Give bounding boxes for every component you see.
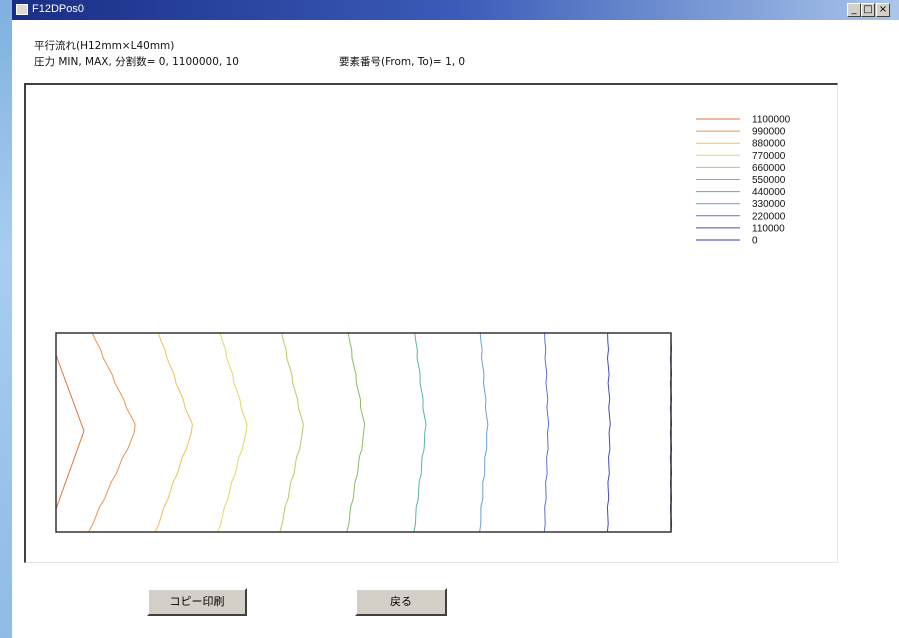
legend-label-220000: 220000 [752, 211, 786, 222]
contour-lines [55, 332, 673, 533]
copy-print-button[interactable]: コピー印刷 [147, 588, 247, 616]
contour-line-220000 [543, 332, 550, 533]
legend-label-550000: 550000 [752, 175, 786, 186]
contour-plot: 1100000990000880000770000660000550000440… [55, 115, 791, 533]
flow-title: 平行流れ(H12mm×L40mm) [34, 40, 175, 52]
contour-line-550000 [346, 332, 366, 533]
pressure-range-info: 圧力 MIN, MAX, 分割数= 0, 1100000, 10 [34, 56, 239, 68]
element-number-info: 要素番号(From, To)= 1, 0 [339, 56, 466, 68]
close-button[interactable]: × [876, 3, 890, 17]
legend-label-990000: 990000 [752, 127, 786, 138]
contour-plot-panel: 1100000 990000 880000 770000 660000 550000 440… [24, 83, 838, 563]
application-window: F12DPos0 _ □ × 平行流れ(H12mm×L40mm) 圧力 MIN,… [12, 0, 899, 638]
legend-label-1100000: 1100000 [752, 115, 791, 126]
legend-label-440000: 440000 [752, 187, 786, 198]
contour-line-770000 [217, 332, 248, 533]
legend-label-0: 0 [752, 236, 758, 247]
title-bar[interactable]: F12DPos0 _ □ × [12, 0, 899, 20]
legend-label-880000: 880000 [752, 139, 786, 150]
legend-label-770000: 770000 [752, 151, 786, 162]
app-icon[interactable] [16, 4, 28, 15]
contour-line-330000 [479, 332, 489, 533]
window-title: F12DPos0 [32, 3, 84, 15]
legend-label-110000: 110000 [752, 223, 785, 234]
contour-line-1100000 [55, 354, 85, 510]
legend-label-330000: 330000 [752, 199, 786, 210]
contour-line-880000 [154, 332, 193, 533]
maximize-button[interactable]: □ [861, 3, 875, 17]
contour-line-440000 [413, 332, 427, 533]
minimize-button[interactable]: _ [847, 3, 861, 17]
back-button[interactable]: 戻る [355, 588, 447, 616]
contour-line-990000 [88, 332, 136, 533]
contour-line-110000 [606, 332, 611, 533]
desktop-background [0, 0, 12, 638]
legend: 1100000990000880000770000660000550000440… [696, 115, 791, 247]
contour-line-660000 [279, 332, 304, 533]
legend-label-660000: 660000 [752, 163, 786, 174]
